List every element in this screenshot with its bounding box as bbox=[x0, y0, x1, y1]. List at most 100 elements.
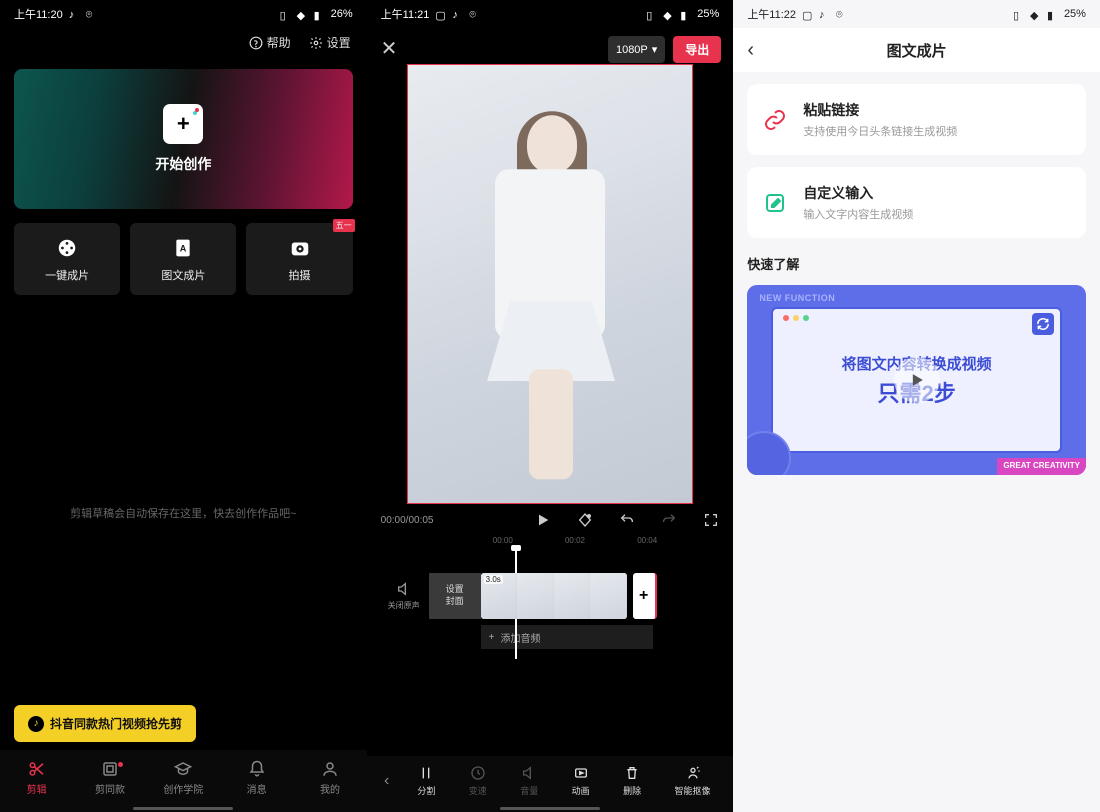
back-button[interactable]: ‹ bbox=[747, 39, 754, 62]
help-button[interactable]: 帮助 bbox=[249, 34, 291, 51]
quick-one-click[interactable]: 一键成片 bbox=[14, 223, 120, 295]
battery-icon: ▮ bbox=[1047, 9, 1058, 20]
quick-shoot[interactable]: 五一 拍摄 bbox=[246, 223, 352, 295]
reload-icon bbox=[1032, 313, 1054, 335]
nav-edit[interactable]: 剪辑 bbox=[0, 760, 73, 796]
badge-holiday: 五一 bbox=[333, 219, 355, 232]
settings-button[interactable]: 设置 bbox=[309, 34, 351, 51]
close-button[interactable]: ✕ bbox=[381, 36, 398, 61]
tool-label: 变速 bbox=[469, 784, 487, 797]
screen-text-to-video: 上午11:22 ▢ ♪ ⌾ ▯ ◆ ▮ 25% ‹ 图文成片 粘贴链接 支持使用… bbox=[733, 0, 1100, 812]
keyframe-icon[interactable] bbox=[577, 512, 593, 528]
status-bar: 上午11:20 ♪ ⌾ ▯ ◆ ▮ 26% bbox=[0, 0, 367, 28]
speed-icon bbox=[470, 765, 486, 781]
speaker-icon bbox=[396, 581, 412, 597]
status-bar: 上午11:21 ▢ ♪ ⌾ ▯ ◆ ▮ 25% bbox=[367, 0, 734, 28]
status-battery: 25% bbox=[697, 8, 719, 20]
wifi-icon: ◆ bbox=[663, 9, 674, 20]
tool-split[interactable]: 分割 bbox=[417, 765, 435, 797]
add-audio-track[interactable]: + 添加音频 bbox=[481, 625, 653, 649]
quick-label: 拍摄 bbox=[289, 267, 311, 283]
export-button[interactable]: 导出 bbox=[673, 36, 721, 63]
wifi-icon: ◆ bbox=[297, 9, 308, 20]
nav-label: 剪辑 bbox=[27, 781, 47, 796]
timeline[interactable]: 关闭原声 设置 封面 3.0s + + 添加音频 bbox=[367, 547, 734, 659]
promo-label: 抖音同款热门视频抢先剪 bbox=[50, 715, 182, 732]
animation-icon bbox=[573, 765, 589, 781]
intro-video-card[interactable]: NEW FUNCTION 将图文内容转换成视频 只需2步 GREAT CREAT… bbox=[747, 285, 1086, 475]
playback-bar: 00:00/00:05 bbox=[367, 504, 734, 532]
toolbar-back-button[interactable]: ‹ bbox=[373, 772, 401, 790]
tool-delete[interactable]: 删除 bbox=[623, 765, 641, 797]
time-display: 00:00/00:05 bbox=[381, 515, 434, 526]
undo-icon[interactable] bbox=[619, 512, 635, 528]
window-dots bbox=[783, 315, 809, 321]
battery-icon: ▮ bbox=[314, 9, 325, 20]
play-icon[interactable] bbox=[535, 512, 551, 528]
mute-original-button[interactable]: 关闭原声 bbox=[379, 581, 429, 611]
nav-label: 创作学院 bbox=[163, 781, 203, 796]
ruler-tick: 00:04 bbox=[611, 536, 683, 545]
set-cover-button[interactable]: 设置 封面 bbox=[429, 573, 481, 619]
svg-text:A: A bbox=[180, 243, 187, 253]
card-title: 自定义输入 bbox=[803, 183, 1072, 203]
status-time: 上午11:22 bbox=[747, 6, 796, 22]
nav-label: 我的 bbox=[320, 781, 340, 796]
battery-icon: ▮ bbox=[680, 9, 691, 20]
redo-icon[interactable] bbox=[661, 512, 677, 528]
gallery-icon: ▢ bbox=[435, 9, 446, 20]
card-subtitle: 支持使用今日头条链接生成视频 bbox=[803, 123, 1072, 139]
settings-label: 设置 bbox=[327, 34, 351, 51]
page-header: ‹ 图文成片 bbox=[733, 28, 1100, 72]
headphone-icon: ⌾ bbox=[836, 9, 847, 20]
hero-label: 开始创作 bbox=[155, 154, 211, 174]
start-creating-hero[interactable]: + 开始创作 bbox=[14, 69, 353, 209]
promo-banner[interactable]: ♪ 抖音同款热门视频抢先剪 bbox=[14, 705, 196, 742]
screen-home: 上午11:20 ♪ ⌾ ▯ ◆ ▮ 26% 帮助 设置 + 开始创作 一键成片 bbox=[0, 0, 367, 812]
douyin-icon: ♪ bbox=[28, 716, 44, 732]
split-icon bbox=[418, 765, 434, 781]
timeline-ruler: 00:00 00:02 00:04 bbox=[367, 532, 734, 547]
video-preview[interactable] bbox=[407, 64, 694, 504]
bell-icon bbox=[248, 760, 266, 778]
quick-text-to-video[interactable]: A 图文成片 bbox=[130, 223, 236, 295]
gear-icon bbox=[309, 36, 323, 50]
status-time: 上午11:20 bbox=[14, 6, 63, 22]
nav-templates[interactable]: 剪同款 bbox=[73, 760, 146, 796]
tool-cutout[interactable]: 智能抠像 bbox=[675, 765, 711, 797]
tool-volume[interactable]: 音量 bbox=[520, 765, 538, 797]
nav-label: 消息 bbox=[247, 781, 267, 796]
status-battery: 26% bbox=[331, 8, 353, 20]
resolution-value: 1080P bbox=[616, 44, 648, 56]
plus-icon: + bbox=[489, 632, 495, 643]
home-header: 帮助 设置 bbox=[0, 28, 367, 61]
play-button[interactable] bbox=[894, 357, 940, 403]
fullscreen-icon[interactable] bbox=[703, 512, 719, 528]
tool-label: 分割 bbox=[417, 784, 435, 797]
headphone-icon: ⌾ bbox=[86, 9, 97, 20]
empty-drafts-hint: 剪辑草稿会自动保存在这里，快去创作作品吧~ bbox=[0, 505, 367, 521]
nav-me[interactable]: 我的 bbox=[293, 760, 366, 796]
tool-animation[interactable]: 动画 bbox=[572, 765, 590, 797]
status-battery: 25% bbox=[1064, 8, 1086, 20]
card-paste-link[interactable]: 粘贴链接 支持使用今日头条链接生成视频 bbox=[747, 84, 1086, 155]
graduation-cap-icon bbox=[174, 760, 192, 778]
nav-academy[interactable]: 创作学院 bbox=[147, 760, 220, 796]
add-clip-button[interactable]: + bbox=[633, 573, 657, 619]
tool-speed[interactable]: 变速 bbox=[469, 765, 487, 797]
new-badge: NEW FUNCTION bbox=[759, 293, 835, 303]
camera-icon bbox=[289, 237, 311, 259]
card-custom-input[interactable]: 自定义输入 输入文字内容生成视频 bbox=[747, 167, 1086, 238]
music-note-icon: ♪ bbox=[452, 9, 463, 20]
signal-icon: ▯ bbox=[280, 9, 291, 20]
clip-duration: 3.0s bbox=[484, 575, 503, 584]
film-reel-icon bbox=[56, 237, 78, 259]
clip-thumbnail bbox=[517, 573, 554, 619]
document-a-icon: A bbox=[172, 237, 194, 259]
resolution-selector[interactable]: 1080P ▾ bbox=[608, 36, 665, 63]
nav-messages[interactable]: 消息 bbox=[220, 760, 293, 796]
video-clip[interactable]: 3.0s bbox=[481, 573, 627, 619]
tool-label: 智能抠像 bbox=[675, 784, 711, 797]
headphone-icon: ⌾ bbox=[469, 9, 480, 20]
edit-toolbar: ‹ 分割 变速 音量 动画 删除 bbox=[367, 756, 734, 812]
